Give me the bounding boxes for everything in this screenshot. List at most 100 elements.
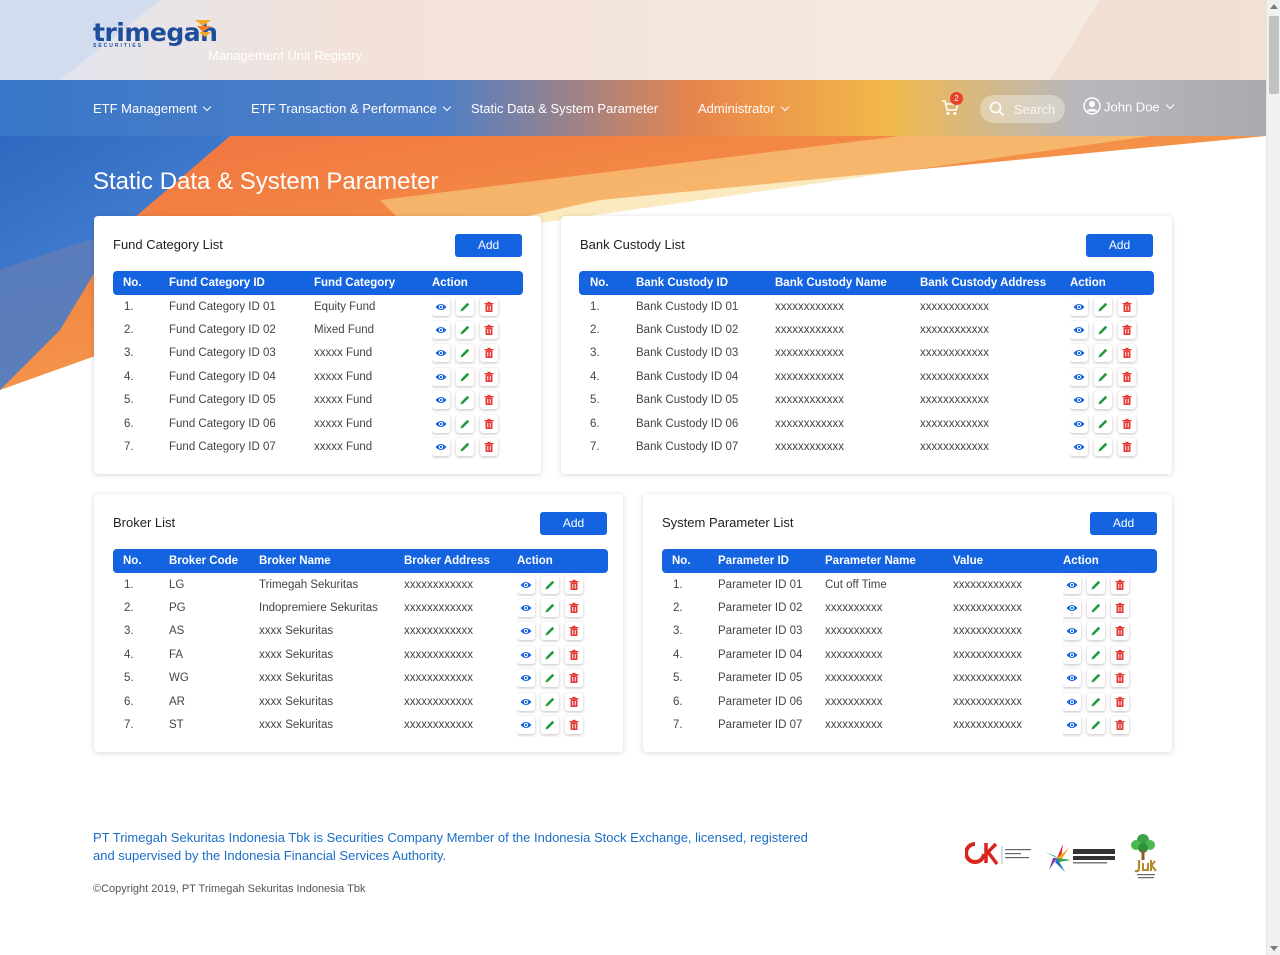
- delete-button[interactable]: [565, 622, 583, 641]
- table-row[interactable]: 2. Bank Custody ID 02 xxxxxxxxxxxx xxxxxxxx…: [579, 318, 1154, 341]
- edit-button[interactable]: [1094, 438, 1112, 457]
- edit-button[interactable]: [1094, 367, 1112, 386]
- edit-button[interactable]: [456, 391, 474, 410]
- edit-button[interactable]: [541, 599, 559, 618]
- table-row[interactable]: 6. Bank Custody ID 06 xxxxxxxxxxxx xxxxxxxx…: [579, 412, 1154, 435]
- column-header[interactable]: Parameter ID: [718, 549, 825, 573]
- delete-button[interactable]: [1118, 438, 1136, 457]
- table-row[interactable]: 3. Parameter ID 03 xxxxxxxxxx xxxxxxxxxxxx: [662, 620, 1157, 643]
- view-button[interactable]: [1070, 297, 1088, 316]
- column-header[interactable]: Broker Code: [169, 549, 259, 573]
- delete-button[interactable]: [1111, 692, 1129, 711]
- edit-button[interactable]: [456, 321, 474, 340]
- table-row[interactable]: 5. WG xxxx Sekuritas xxxxxxxxxxxx: [113, 667, 608, 690]
- table-row[interactable]: 7. ST xxxx Sekuritas xxxxxxxxxxxx: [113, 713, 608, 736]
- view-button[interactable]: [1063, 645, 1081, 664]
- edit-button[interactable]: [541, 622, 559, 641]
- delete-button[interactable]: [1111, 669, 1129, 688]
- view-button[interactable]: [432, 391, 450, 410]
- view-button[interactable]: [517, 575, 535, 594]
- column-header[interactable]: Bank Custody Name: [775, 271, 920, 295]
- edit-button[interactable]: [1087, 645, 1105, 664]
- view-button[interactable]: [517, 599, 535, 618]
- delete-button[interactable]: [1118, 297, 1136, 316]
- table-row[interactable]: 2. Fund Category ID 02 Mixed Fund: [113, 318, 523, 341]
- nav-static-data-system-parameter[interactable]: Static Data & System Parameter: [471, 101, 658, 116]
- table-row[interactable]: 6. AR xxxx Sekuritas xxxxxxxxxxxx: [113, 690, 608, 713]
- nav-etf-management[interactable]: ETF Management: [93, 101, 212, 116]
- table-row[interactable]: 3. Fund Category ID 03 xxxxx Fund: [113, 342, 523, 365]
- table-row[interactable]: 1. Parameter ID 01 Cut off Time xxxxxxxxxxx…: [662, 573, 1157, 596]
- table-row[interactable]: 3. AS xxxx Sekuritas xxxxxxxxxxxx: [113, 620, 608, 643]
- delete-button[interactable]: [565, 599, 583, 618]
- delete-button[interactable]: [480, 391, 498, 410]
- delete-button[interactable]: [1111, 716, 1129, 735]
- view-button[interactable]: [432, 414, 450, 433]
- delete-button[interactable]: [565, 669, 583, 688]
- view-button[interactable]: [432, 367, 450, 386]
- view-button[interactable]: [1070, 344, 1088, 363]
- edit-button[interactable]: [1094, 391, 1112, 410]
- column-header[interactable]: Bank Custody ID: [636, 271, 775, 295]
- add-broker-button[interactable]: Add: [540, 512, 607, 535]
- edit-button[interactable]: [541, 692, 559, 711]
- scrollbar[interactable]: [1266, 0, 1280, 955]
- edit-button[interactable]: [541, 645, 559, 664]
- view-button[interactable]: [1063, 599, 1081, 618]
- edit-button[interactable]: [1087, 575, 1105, 594]
- edit-button[interactable]: [1087, 669, 1105, 688]
- table-row[interactable]: 7. Bank Custody ID 07 xxxxxxxxxxxx xxxxxxxx…: [579, 435, 1154, 458]
- delete-button[interactable]: [1118, 391, 1136, 410]
- table-row[interactable]: 5. Parameter ID 05 xxxxxxxxxx xxxxxxxxxxxx: [662, 667, 1157, 690]
- edit-button[interactable]: [456, 414, 474, 433]
- user-menu[interactable]: John Doe: [1083, 97, 1174, 117]
- view-button[interactable]: [432, 321, 450, 340]
- nav-etf-transaction-performance[interactable]: ETF Transaction & Performance: [251, 101, 451, 116]
- add-bank-custody-button[interactable]: Add: [1086, 234, 1153, 257]
- delete-button[interactable]: [480, 414, 498, 433]
- edit-button[interactable]: [1087, 599, 1105, 618]
- delete-button[interactable]: [480, 344, 498, 363]
- delete-button[interactable]: [480, 297, 498, 316]
- scrollbar-thumb[interactable]: [1269, 16, 1279, 94]
- edit-button[interactable]: [1087, 716, 1105, 735]
- view-button[interactable]: [1063, 622, 1081, 641]
- table-row[interactable]: 1. Bank Custody ID 01 xxxxxxxxxxxx xxxxxxxx…: [579, 295, 1154, 318]
- table-row[interactable]: 1. Fund Category ID 01 Equity Fund: [113, 295, 523, 318]
- view-button[interactable]: [517, 692, 535, 711]
- table-row[interactable]: 4. Bank Custody ID 04 xxxxxxxxxxxx xxxxxxxx…: [579, 365, 1154, 388]
- edit-button[interactable]: [456, 367, 474, 386]
- table-row[interactable]: 2. PG Indopremiere Sekuritas xxxxxxxxxxxx: [113, 596, 608, 619]
- add-system-parameter-button[interactable]: Add: [1090, 512, 1157, 535]
- edit-button[interactable]: [1087, 622, 1105, 641]
- table-row[interactable]: 1. LG Trimegah Sekuritas xxxxxxxxxxxx: [113, 573, 608, 596]
- edit-button[interactable]: [541, 669, 559, 688]
- column-header[interactable]: Bank Custody Address: [920, 271, 1070, 295]
- edit-button[interactable]: [1094, 297, 1112, 316]
- column-header[interactable]: Broker Name: [259, 549, 404, 573]
- view-button[interactable]: [432, 297, 450, 316]
- search-input[interactable]: Search: [980, 95, 1065, 123]
- scroll-down-arrow-icon[interactable]: [1270, 946, 1278, 951]
- table-row[interactable]: 2. Parameter ID 02 xxxxxxxxxx xxxxxxxxxxxx: [662, 596, 1157, 619]
- delete-button[interactable]: [1111, 645, 1129, 664]
- column-header[interactable]: Fund Category ID: [169, 271, 314, 295]
- view-button[interactable]: [1070, 367, 1088, 386]
- view-button[interactable]: [1070, 391, 1088, 410]
- table-row[interactable]: 4. Parameter ID 04 xxxxxxxxxx xxxxxxxxxxxx: [662, 643, 1157, 666]
- view-button[interactable]: [517, 622, 535, 641]
- column-header[interactable]: No.: [579, 271, 636, 295]
- column-header[interactable]: No.: [113, 271, 169, 295]
- column-header[interactable]: No.: [662, 549, 718, 573]
- delete-button[interactable]: [1118, 344, 1136, 363]
- table-row[interactable]: 4. FA xxxx Sekuritas xxxxxxxxxxxx: [113, 643, 608, 666]
- edit-button[interactable]: [456, 344, 474, 363]
- delete-button[interactable]: [1118, 367, 1136, 386]
- column-header[interactable]: Broker Address: [404, 549, 517, 573]
- column-header[interactable]: Value: [953, 549, 1063, 573]
- column-header[interactable]: No.: [113, 549, 169, 573]
- delete-button[interactable]: [1111, 575, 1129, 594]
- view-button[interactable]: [517, 645, 535, 664]
- table-row[interactable]: 6. Fund Category ID 06 xxxxx Fund: [113, 412, 523, 435]
- nav-administrator[interactable]: Administrator: [698, 101, 789, 116]
